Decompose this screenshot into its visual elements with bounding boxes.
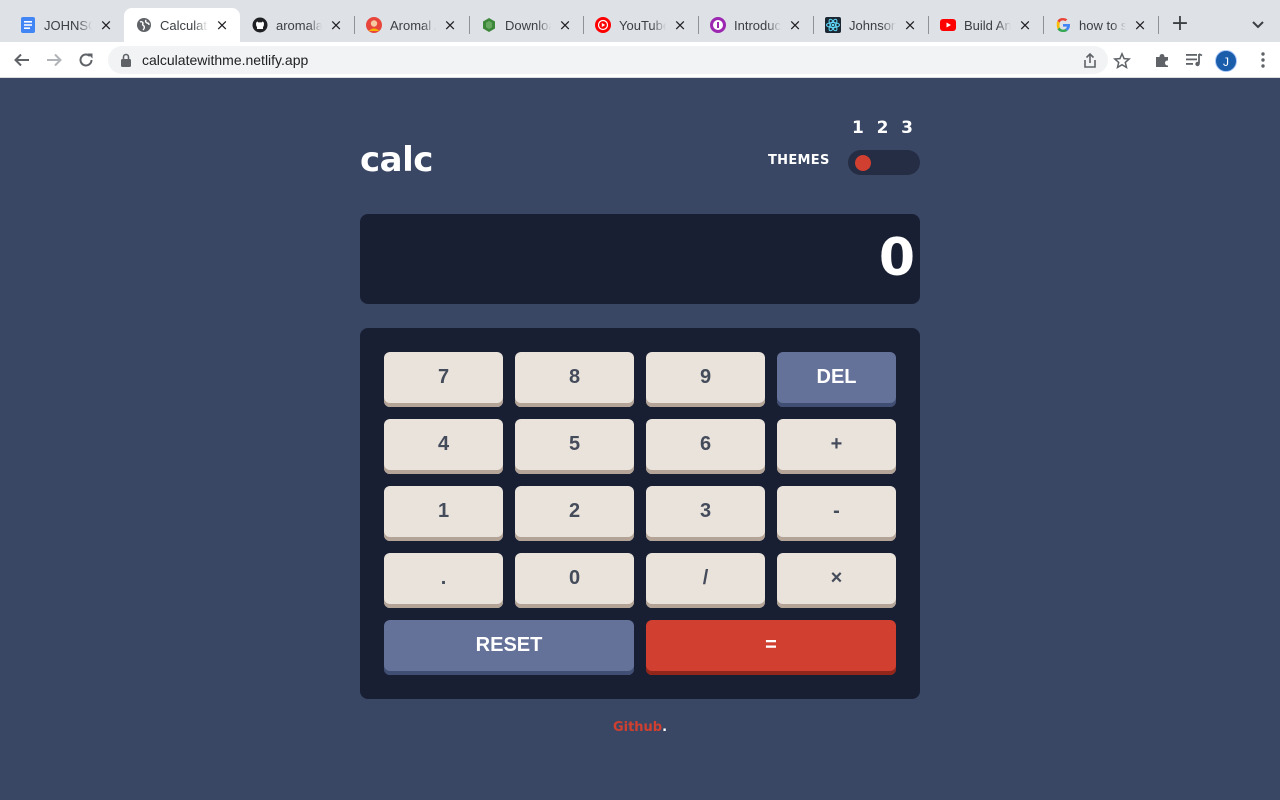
- extensions-puzzle-icon[interactable]: [1153, 51, 1171, 69]
- close-tab-icon[interactable]: ×: [787, 17, 803, 33]
- profile-avatar[interactable]: J: [1215, 50, 1237, 72]
- browser-tab[interactable]: Aromal A ×: [354, 8, 468, 42]
- theme-numbers: 1 2 3: [848, 118, 920, 138]
- close-tab-icon[interactable]: ×: [1132, 17, 1148, 33]
- close-tab-icon[interactable]: ×: [672, 17, 688, 33]
- key-decimal[interactable]: .: [384, 553, 503, 608]
- display-value: 0: [878, 228, 915, 288]
- keypad: 7 8 9 DEL 4 5 6 + 1 2 3 - . 0 / × RESET …: [360, 328, 920, 699]
- menu-kebab-icon[interactable]: [1256, 51, 1270, 69]
- address-bar[interactable]: calculatewithme.netlify.app: [108, 46, 1132, 74]
- nodejs-icon: [481, 17, 497, 33]
- browser-tab[interactable]: Download ×: [469, 8, 583, 42]
- browser-tab-active[interactable]: Calculator ×: [124, 8, 240, 42]
- close-tab-icon[interactable]: ×: [328, 17, 344, 33]
- key-8[interactable]: 8: [515, 352, 634, 407]
- tab-title: Introduct: [734, 17, 781, 33]
- browser-tab[interactable]: Introduct ×: [698, 8, 813, 42]
- tab-separator: [1158, 16, 1159, 34]
- key-5[interactable]: 5: [515, 419, 634, 474]
- theme-number-2: 2: [876, 118, 889, 138]
- tab-title: Johnson: [849, 17, 896, 33]
- browser-tab[interactable]: how to s ×: [1043, 8, 1158, 42]
- tab-search-icon[interactable]: [1248, 14, 1268, 34]
- browser-tab[interactable]: JOHNSON ×: [8, 8, 124, 42]
- key-1[interactable]: 1: [384, 486, 503, 541]
- tab-title: Build And: [964, 17, 1011, 33]
- youtube-icon: [940, 17, 956, 33]
- tab-title: Download: [505, 17, 551, 33]
- theme-number-1: 1: [852, 118, 864, 138]
- google-icon: [1055, 17, 1071, 33]
- github-icon: [252, 17, 268, 33]
- theme-toggle-knob[interactable]: [855, 155, 871, 171]
- key-9[interactable]: 9: [646, 352, 765, 407]
- close-tab-icon[interactable]: ×: [557, 17, 573, 33]
- key-plus[interactable]: +: [777, 419, 896, 474]
- key-0[interactable]: 0: [515, 553, 634, 608]
- delete-button[interactable]: DEL: [777, 352, 896, 407]
- key-7[interactable]: 7: [384, 352, 503, 407]
- docs-icon: [20, 17, 36, 33]
- browser-tab[interactable]: aromalan ×: [240, 8, 354, 42]
- bookmark-star-icon[interactable]: [1112, 51, 1132, 70]
- reset-button[interactable]: RESET: [384, 620, 634, 675]
- tab-title: how to s: [1079, 17, 1126, 33]
- media-queue-icon[interactable]: [1185, 51, 1203, 69]
- tab-title: Aromal A: [390, 17, 436, 33]
- theme-toggle[interactable]: [848, 150, 920, 175]
- lock-icon[interactable]: [120, 53, 132, 67]
- reload-icon[interactable]: [74, 48, 98, 72]
- browser-tab[interactable]: YouTube ×: [583, 8, 698, 42]
- close-tab-icon[interactable]: ×: [902, 17, 918, 33]
- key-2[interactable]: 2: [515, 486, 634, 541]
- close-tab-icon[interactable]: ×: [1017, 17, 1033, 33]
- url-text: calculatewithme.netlify.app: [142, 52, 309, 68]
- new-tab-icon[interactable]: +: [1168, 12, 1192, 36]
- forward-arrow-icon[interactable]: [42, 48, 66, 72]
- back-arrow-icon[interactable]: [10, 48, 34, 72]
- react-icon: [825, 17, 841, 33]
- app-title: calc: [360, 140, 433, 180]
- avatar-icon: [366, 17, 382, 33]
- calculator-display: 0: [360, 214, 920, 304]
- key-3[interactable]: 3: [646, 486, 765, 541]
- close-tab-icon[interactable]: ×: [442, 17, 458, 33]
- browser-toolbar: calculatewithme.netlify.app J: [0, 42, 1280, 78]
- browser-tab[interactable]: Build And ×: [928, 8, 1043, 42]
- equals-button[interactable]: =: [646, 620, 896, 675]
- key-divide[interactable]: /: [646, 553, 765, 608]
- tab-title: aromalan: [276, 17, 322, 33]
- key-multiply[interactable]: ×: [777, 553, 896, 608]
- github-link[interactable]: Github: [613, 720, 662, 735]
- browser-tab-strip: JOHNSON × Calculator × aromalan × Aromal…: [0, 0, 1280, 42]
- theme-number-3: 3: [901, 118, 913, 138]
- globe-icon: [136, 17, 152, 33]
- close-tab-icon[interactable]: ×: [98, 17, 114, 33]
- youtube-music-icon: [595, 17, 611, 33]
- close-tab-icon[interactable]: ×: [214, 17, 230, 33]
- share-icon[interactable]: [1081, 52, 1099, 70]
- footer: Github.: [0, 720, 1280, 735]
- tab-title: YouTube: [619, 17, 666, 33]
- themes-label: THEMES: [768, 153, 830, 168]
- footer-period: .: [662, 720, 668, 735]
- purple-circle-icon: [710, 17, 726, 33]
- tab-title: JOHNSON: [44, 17, 92, 33]
- tab-title: Calculator: [160, 17, 208, 33]
- browser-tab[interactable]: Johnson ×: [813, 8, 928, 42]
- key-6[interactable]: 6: [646, 419, 765, 474]
- key-minus[interactable]: -: [777, 486, 896, 541]
- key-4[interactable]: 4: [384, 419, 503, 474]
